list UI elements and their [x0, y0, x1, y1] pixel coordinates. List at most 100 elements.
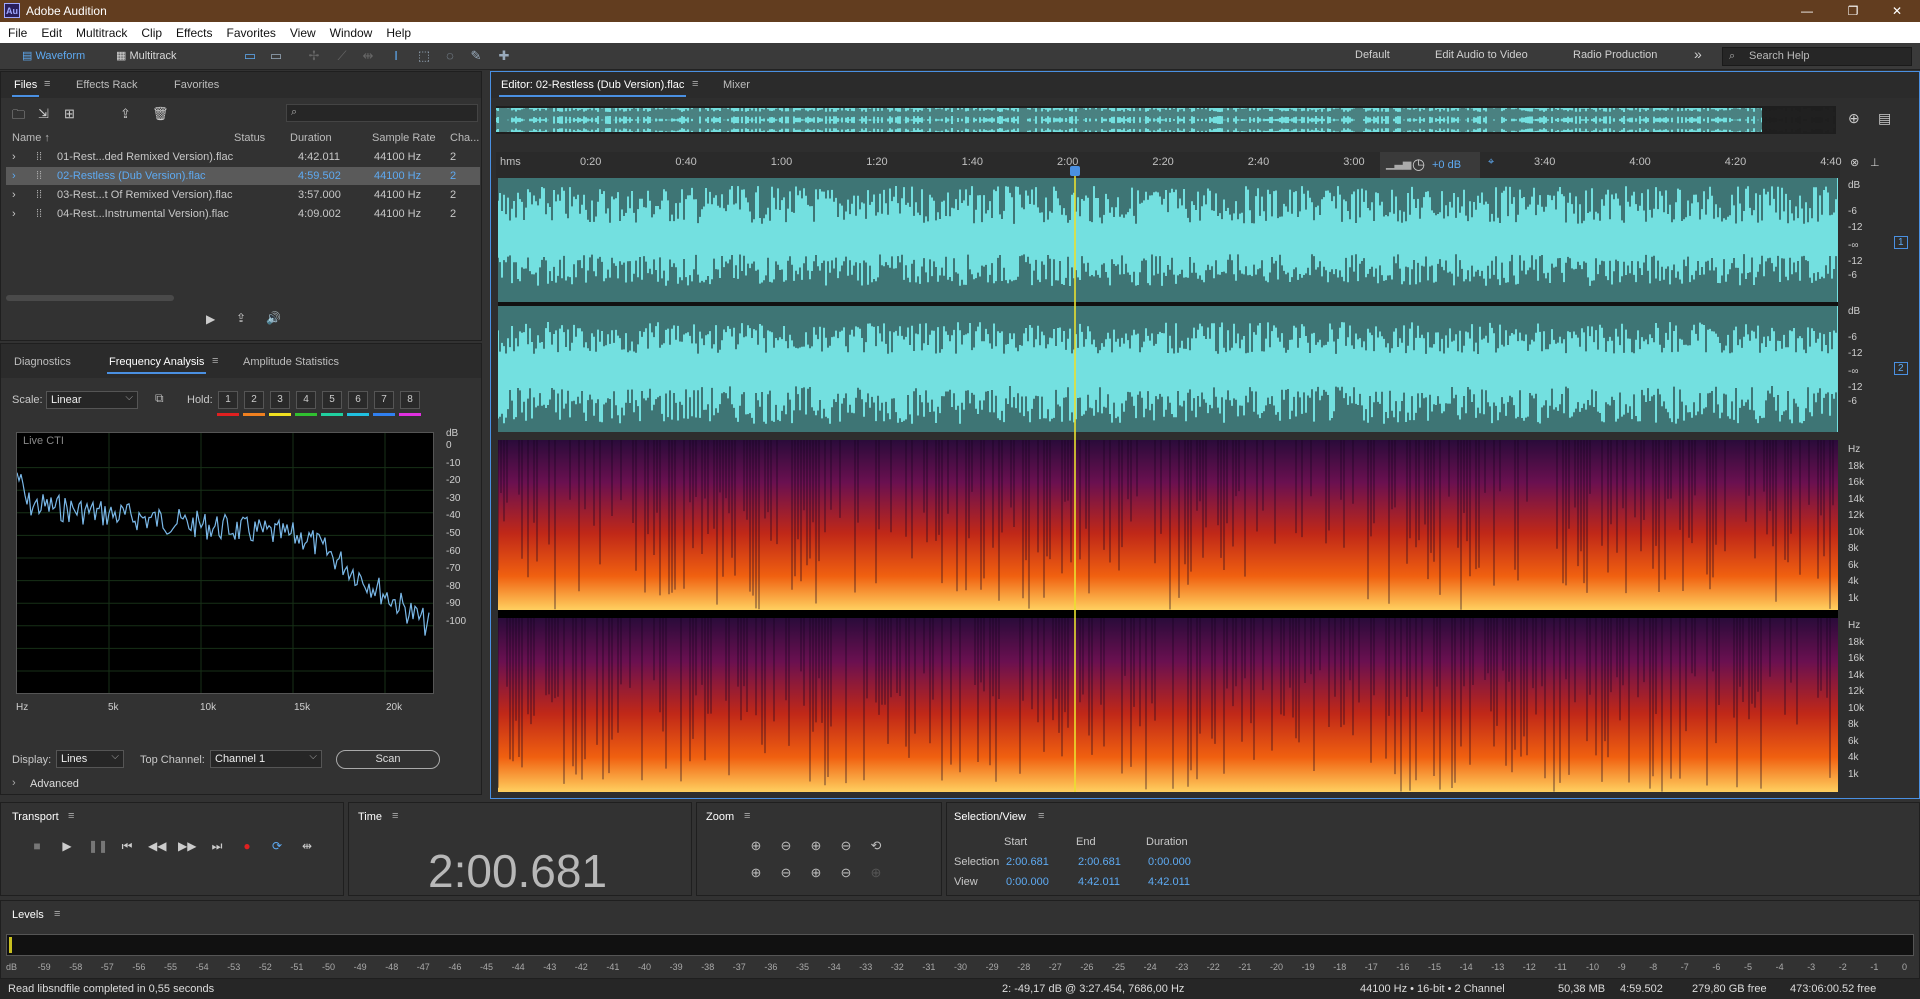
gain-knob-icon[interactable]: ◷: [1412, 155, 1425, 173]
move-tool-icon[interactable]: ✢: [306, 48, 322, 64]
play-button[interactable]: ▶: [58, 837, 76, 855]
zoom-out-vertical-icon[interactable]: ⊖: [836, 864, 856, 882]
zoom-out-amplitude-icon[interactable]: ⊖: [776, 837, 796, 855]
tab-favorites[interactable]: Favorites: [174, 79, 219, 91]
tab-amplitude-statistics[interactable]: Amplitude Statistics: [243, 356, 339, 368]
col-sample-rate[interactable]: Sample Rate: [372, 132, 436, 144]
lasso-tool-icon[interactable]: ◌: [442, 48, 458, 64]
marquee-tool-icon[interactable]: ⬚: [416, 48, 432, 64]
brush-tool-icon[interactable]: ✎: [468, 48, 484, 64]
display-dropdown[interactable]: Lines: [56, 749, 124, 768]
copy-graph-icon[interactable]: ⧉: [155, 391, 164, 406]
spot-healing-icon[interactable]: ✚: [496, 48, 512, 64]
panel-menu-icon[interactable]: ≡: [1038, 810, 1044, 822]
panel-menu-icon[interactable]: ≡: [54, 908, 60, 920]
hold-button-1[interactable]: 1: [218, 391, 238, 409]
col-duration[interactable]: Duration: [290, 132, 332, 144]
waveform-display[interactable]: [498, 178, 1838, 432]
open-file-icon[interactable]: 🗀: [12, 106, 25, 128]
col-status[interactable]: Status: [234, 132, 265, 144]
autoplay-icon[interactable]: 🔊: [266, 311, 281, 325]
zoom-lock-icon[interactable]: ⊗: [1850, 156, 1859, 169]
top-channel-dropdown[interactable]: Channel 1: [210, 749, 322, 768]
panel-menu-icon[interactable]: ≡: [392, 810, 398, 822]
panel-menu-icon[interactable]: ≡: [744, 810, 750, 822]
insert-multitrack-icon[interactable]: ⇪: [120, 106, 131, 122]
hold-button-4[interactable]: 4: [296, 391, 316, 409]
menu-window[interactable]: Window: [330, 26, 373, 40]
loop-file-icon[interactable]: ⇪: [236, 311, 246, 325]
overview-navigator[interactable]: [496, 106, 1836, 134]
advanced-toggle[interactable]: Advanced: [30, 778, 79, 790]
skip-selection-button[interactable]: ⇹: [298, 837, 316, 855]
panel-menu-icon[interactable]: ≡: [68, 810, 74, 822]
spectral-frequency-icon[interactable]: ▭: [242, 48, 258, 64]
menu-view[interactable]: View: [290, 26, 316, 40]
play-file-icon[interactable]: ▶: [206, 312, 215, 326]
scan-button[interactable]: Scan: [336, 750, 440, 769]
hold-button-2[interactable]: 2: [244, 391, 264, 409]
menu-multitrack[interactable]: Multitrack: [76, 26, 127, 40]
maximize-button[interactable]: ❐: [1830, 0, 1876, 22]
tab-editor[interactable]: Editor: 02-Restless (Dub Version).flac: [498, 79, 687, 97]
go-to-start-button[interactable]: ⏮: [118, 837, 136, 855]
zoom-selection-icon[interactable]: ⊕: [866, 864, 886, 882]
zoom-out-horizontal-icon[interactable]: ⊖: [776, 864, 796, 882]
search-help-input[interactable]: ⌕ Search Help: [1722, 47, 1912, 66]
hold-button-8[interactable]: 8: [400, 391, 420, 409]
menu-effects[interactable]: Effects: [176, 26, 212, 40]
zoom-out-full-icon[interactable]: ⊖: [836, 837, 856, 855]
show-hide-icon[interactable]: ▤: [1878, 110, 1891, 127]
marker-icon[interactable]: ⊥: [1870, 156, 1880, 169]
tab-mixer[interactable]: Mixer: [723, 79, 750, 91]
view-duration[interactable]: 4:42.011: [1148, 876, 1190, 888]
new-file-icon[interactable]: ⊞: [64, 106, 75, 122]
menu-edit[interactable]: Edit: [41, 26, 62, 40]
chevron-right-icon[interactable]: ›: [12, 151, 16, 163]
col-name[interactable]: Name ↑: [12, 132, 50, 144]
scale-dropdown[interactable]: Linear: [46, 390, 138, 409]
zoom-in-time-icon[interactable]: ⊕: [806, 837, 826, 855]
selection-start[interactable]: 2:00.681: [1006, 856, 1049, 868]
files-scrollbar[interactable]: [6, 295, 174, 301]
panel-menu-icon[interactable]: ≡: [44, 78, 50, 90]
hold-button-3[interactable]: 3: [270, 391, 290, 409]
zoom-in-amplitude-icon[interactable]: ⊕: [746, 837, 766, 855]
delete-file-icon[interactable]: 🗑: [152, 106, 169, 122]
panel-menu-icon[interactable]: ≡: [212, 355, 218, 367]
zoom-navigator-icon[interactable]: ⊕: [1848, 110, 1860, 127]
menu-help[interactable]: Help: [386, 26, 411, 40]
workspace-default[interactable]: Default: [1355, 49, 1390, 61]
tab-diagnostics[interactable]: Diagnostics: [14, 356, 71, 368]
hold-button-6[interactable]: 6: [348, 391, 368, 409]
workspace-edit-audio-to-video[interactable]: Edit Audio to Video: [1435, 49, 1528, 61]
fast-forward-button[interactable]: ▶▶: [178, 837, 196, 855]
hold-button-5[interactable]: 5: [322, 391, 342, 409]
chevron-right-icon[interactable]: ›: [12, 170, 16, 182]
tab-frequency-analysis[interactable]: Frequency Analysis: [106, 356, 207, 374]
time-selection-tool-icon[interactable]: I: [388, 48, 404, 64]
list-item[interactable]: › ⁞⁞ 03-Rest...t Of Remixed Version).flac 3…: [6, 186, 480, 204]
stop-button[interactable]: ■: [28, 837, 46, 855]
slip-tool-icon[interactable]: ⇹: [360, 48, 376, 64]
chevron-right-icon[interactable]: ›: [12, 189, 16, 201]
menu-favorites[interactable]: Favorites: [227, 26, 276, 40]
list-item[interactable]: › ⁞⁞ 02-Restless (Dub Version).flac 4:59.50…: [6, 167, 480, 185]
menu-clip[interactable]: Clip: [141, 26, 162, 40]
files-search-input[interactable]: ⌕: [286, 104, 478, 122]
pin-icon[interactable]: ⌖: [1488, 156, 1494, 169]
view-end[interactable]: 4:42.011: [1078, 876, 1120, 888]
channel-2-badge[interactable]: 2: [1894, 362, 1908, 375]
spectral-pitch-icon[interactable]: ▭: [268, 48, 284, 64]
close-button[interactable]: ✕: [1874, 0, 1920, 22]
rewind-button[interactable]: ◀◀: [148, 837, 166, 855]
selection-duration[interactable]: 0:00.000: [1148, 856, 1191, 868]
minimize-button[interactable]: —: [1784, 0, 1830, 22]
zoom-in-horizontal-icon[interactable]: ⊕: [746, 864, 766, 882]
more-workspaces-button[interactable]: »: [1694, 46, 1702, 62]
tab-files[interactable]: Files: [11, 79, 40, 97]
channel-1-badge[interactable]: 1: [1894, 236, 1908, 249]
zoom-in-vertical-icon[interactable]: ⊕: [806, 864, 826, 882]
import-file-icon[interactable]: ⇲: [38, 106, 49, 122]
playhead[interactable]: [1073, 168, 1076, 792]
